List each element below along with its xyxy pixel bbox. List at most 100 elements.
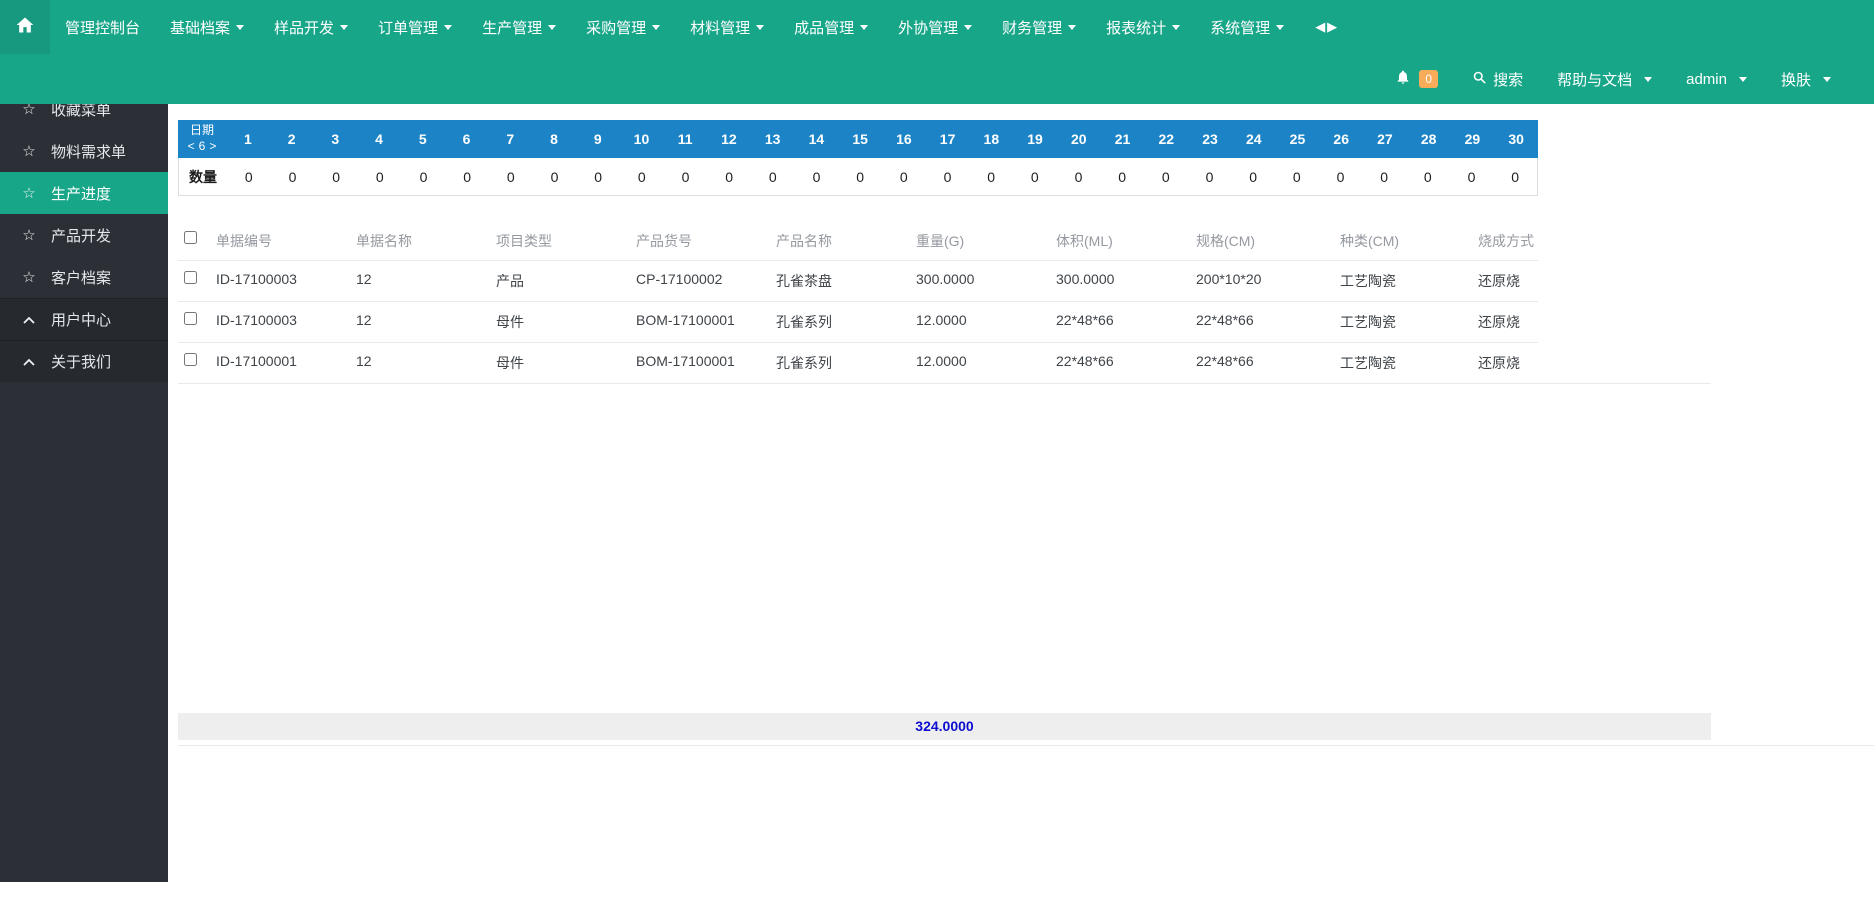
sidebar-item-5[interactable]: ☆ 客户档案 — [0, 256, 168, 298]
table-cell: 22*48*66 — [1186, 342, 1330, 383]
nav-item-1[interactable]: 管理控制台 — [50, 0, 155, 54]
sidebar-item-label: 用户中心 — [51, 312, 112, 329]
sidebar-item-4[interactable]: ☆ 产品开发 — [0, 214, 168, 256]
table-cell: 12 — [346, 301, 486, 342]
top-header: 管理控制台 基础档案 样品开发 订单管理 生产管理 采购管理 材料管理 成品管理 外协管理 财务管… — [0, 0, 1874, 104]
row-checkbox[interactable] — [184, 353, 197, 366]
calendar-day-header: 24 — [1245, 131, 1262, 147]
nav-item-5[interactable]: 生产管理 — [467, 0, 571, 54]
search-button[interactable]: 搜索 — [1455, 54, 1540, 104]
nav-item-12[interactable]: 系统管理 — [1195, 0, 1299, 54]
calendar-qty-value: 0 — [1074, 168, 1083, 185]
star-icon: ☆ — [22, 184, 36, 202]
user-menu[interactable]: admin — [1669, 54, 1764, 104]
calendar-qty-value: 0 — [550, 168, 559, 185]
calendar-day-header: 18 — [983, 131, 1000, 147]
calendar-prev-button[interactable]: < — [188, 139, 195, 155]
nav-item-8[interactable]: 成品管理 — [779, 0, 883, 54]
main-content: 日期 < 6 > 1 2 3 4 5 6 7 8 9 10 11 12 13 14 15 16 17 18 19 20… — [168, 104, 1874, 900]
select-all-cell — [178, 222, 206, 260]
select-all-checkbox[interactable] — [184, 231, 197, 244]
star-icon: ☆ — [22, 268, 36, 286]
skin-menu[interactable]: 换肤 — [1764, 54, 1848, 104]
nav-item-11[interactable]: 报表统计 — [1091, 0, 1195, 54]
main-nav-row: 管理控制台 基础档案 样品开发 订单管理 生产管理 采购管理 材料管理 成品管理 外协管理 财务管… — [0, 0, 1874, 54]
nav-item-label: 系统管理 — [1210, 19, 1271, 37]
sidebar-item-6[interactable]: 用户中心 — [0, 298, 168, 340]
column-header: 种类(CM) — [1340, 233, 1400, 249]
nav-collapse-toggle[interactable]: ◀▶ — [1299, 19, 1355, 35]
chevron-up-icon — [20, 316, 38, 324]
sidebar-item-label: 客户档案 — [51, 269, 112, 287]
calendar-qty-value: 0 — [987, 168, 996, 185]
calendar-qty-value: 0 — [244, 168, 253, 185]
calendar-table: 日期 < 6 > 1 2 3 4 5 6 7 8 9 10 11 12 13 14 15 16 17 18 19 20… — [178, 120, 1538, 196]
calendar-qty-value: 0 — [856, 168, 865, 185]
nav-item-label: 基础档案 — [170, 19, 231, 37]
calendar-qty-value: 0 — [681, 168, 690, 185]
user-menu-label: admin — [1686, 70, 1727, 88]
table-cell: 还原烧 — [1468, 342, 1538, 383]
calendar-qty-value: 0 — [506, 168, 515, 185]
table-total-bar: 324.0000 — [178, 713, 1711, 740]
orders-table-panel: 单据编号 单据名称 项目类型 产品货号 产品名称 重量(G) 体积(ML) 规格(CM) 种类(… — [178, 222, 1711, 740]
sidebar-item-7[interactable]: 关于我们 — [0, 340, 168, 382]
calendar-qty-value: 0 — [812, 168, 821, 185]
nav-item-6[interactable]: 采购管理 — [571, 0, 675, 54]
caret-down-icon — [444, 24, 453, 30]
row-checkbox[interactable] — [184, 312, 197, 325]
row-checkbox-cell — [178, 260, 206, 301]
nav-item-7[interactable]: 材料管理 — [675, 0, 779, 54]
content-divider — [178, 740, 1874, 746]
table-cell: 22*48*66 — [1186, 301, 1330, 342]
home-button[interactable] — [0, 0, 50, 54]
nav-item-10[interactable]: 财务管理 — [987, 0, 1091, 54]
caret-down-icon — [964, 24, 973, 30]
calendar-day-header: 1 — [243, 131, 252, 147]
help-menu[interactable]: 帮助与文档 — [1540, 54, 1669, 104]
row-checkbox-cell — [178, 342, 206, 383]
row-checkbox[interactable] — [184, 271, 197, 284]
calendar-qty-value: 0 — [1118, 168, 1127, 185]
star-icon: ☆ — [22, 226, 36, 244]
column-header: 烧成方式 — [1478, 233, 1534, 249]
calendar-day-header: 7 — [506, 131, 515, 147]
sidebar-item-2[interactable]: ☆ 物料需求单 — [0, 130, 168, 172]
table-cell: 还原烧 — [1468, 301, 1538, 342]
nav-item-2[interactable]: 基础档案 — [155, 0, 259, 54]
calendar-qty-value: 0 — [375, 168, 384, 185]
calendar-qty-row: 数量 0 0 0 0 0 0 0 0 0 0 0 0 0 0 0 0 0 0 0 0 0 0 0 0 0 0 0 0 0 0 — [178, 158, 1538, 196]
notifications-button[interactable]: 0 — [1378, 54, 1455, 104]
calendar-day-header: 11 — [677, 131, 693, 147]
sidebar-item-3[interactable]: ☆ 生产进度 — [0, 172, 168, 214]
sidebar-item-label: 关于我们 — [51, 354, 112, 371]
calendar-qty-value: 0 — [1030, 168, 1039, 185]
calendar-qty-value: 0 — [1336, 168, 1345, 185]
nav-item-9[interactable]: 外协管理 — [883, 0, 987, 54]
calendar-next-button[interactable]: > — [209, 139, 216, 155]
nav-item-4[interactable]: 订单管理 — [363, 0, 467, 54]
calendar-qty-value: 0 — [943, 168, 952, 185]
table-cell: CP-17100002 — [626, 260, 766, 301]
calendar-qty-value: 0 — [1380, 168, 1389, 185]
star-icon: ☆ — [22, 142, 36, 160]
calendar-qty-value: 0 — [419, 168, 428, 185]
weight-total-value: 324.0000 — [915, 718, 974, 734]
caret-down-icon — [1823, 76, 1831, 82]
notification-badge: 0 — [1419, 70, 1439, 88]
calendar-day-header: 19 — [1027, 131, 1043, 147]
calendar-qty-value: 0 — [1292, 168, 1301, 185]
table-cell: 12 — [346, 260, 486, 301]
sidebar-menu: ☆ 收藏菜单 ☆ 物料需求单 ☆ 生产进度 ☆ 产品开发 ☆ 客户档案 用户中心 关于我们 — [0, 88, 168, 382]
table-row: ID-17100001 12 母件 BOM-17100001 孔雀系列 12.0000 22… — [178, 342, 1538, 383]
row-checkbox-cell — [178, 301, 206, 342]
calendar-day-header: 30 — [1508, 131, 1524, 147]
calendar-day-header: 21 — [1114, 131, 1131, 147]
nav-item-3[interactable]: 样品开发 — [259, 0, 363, 54]
skin-menu-label: 换肤 — [1780, 71, 1811, 89]
calendar-day-header: 9 — [593, 131, 602, 147]
table-cell: 母件 — [486, 301, 626, 342]
sidebar-item-label: 物料需求单 — [51, 143, 127, 161]
calendar-day-header: 3 — [331, 131, 340, 147]
table-cell: BOM-17100001 — [626, 342, 766, 383]
